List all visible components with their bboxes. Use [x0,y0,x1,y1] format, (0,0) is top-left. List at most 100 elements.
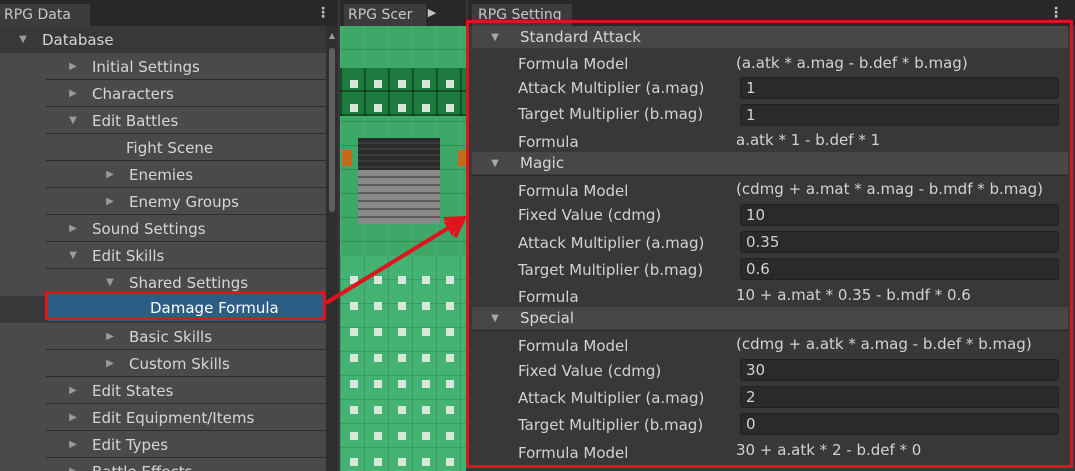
tree-item-label: Enemy Groups [129,192,239,211]
tree-item-label: Enemies [129,165,194,184]
scroll-up-icon[interactable]: ▲ [328,32,336,40]
tree-item-enemy-groups[interactable]: ▶ Enemy Groups [0,188,326,215]
scene-tile-mark [374,458,382,466]
tab-rpg-data[interactable]: RPG Data [0,4,90,26]
expand-arrow-icon[interactable]: ▶ [105,331,115,342]
scene-tile-mark [422,432,430,440]
scene-tile-mark [350,380,358,388]
tree-item-characters[interactable]: ▶ Characters [0,80,326,107]
tree-scrollbar[interactable]: ▲ [326,26,338,471]
row-divider [46,457,326,458]
expand-arrow-icon[interactable]: ▶ [68,439,78,450]
expand-arrow-icon[interactable]: ▼ [18,34,28,45]
tree-item-label: Basic Skills [129,327,213,346]
database-tree: ▼ Database ▶ Initial Settings ▶ Characte… [0,26,326,471]
row-divider [46,241,326,242]
scene-gate [358,138,440,170]
tree-item-label: Fight Scene [126,138,214,157]
tree-item-edit-battles[interactable]: ▼ Edit Battles [0,107,326,134]
tree-item-custom-skills[interactable]: ▶ Custom Skills [0,350,326,377]
rpg-data-panel: RPG Data ⋮ ▼ Database ▶ Initial Settings… [0,0,338,471]
scene-tile-mark [374,380,382,388]
expand-arrow-icon[interactable]: ▼ [68,115,78,126]
scene-tile-mark [350,302,358,310]
tree-item-label: Sound Settings [92,219,206,238]
tab-rpg-scene[interactable]: RPG Scer [344,4,426,26]
scrollbar-thumb[interactable] [329,48,335,212]
scene-tile-mark [350,432,358,440]
scene-tile-mark [350,354,358,362]
scene-tile-mark [398,80,406,88]
tree-item-database[interactable]: ▼ Database [0,26,326,53]
tree-item-edit-skills[interactable]: ▼ Edit Skills [0,242,326,269]
row-divider [46,106,326,107]
tree-item-label: Edit Skills [92,246,165,265]
tree-item-enemies[interactable]: ▶ Enemies [0,161,326,188]
scene-tile-mark [446,302,454,310]
scene-tile-mark [422,354,430,362]
scene-tile-mark [422,458,430,466]
expand-arrow-icon[interactable]: ▶ [105,358,115,369]
scene-tile-mark [422,276,430,284]
middle-tab-bar: RPG Scer ▶ [340,0,466,26]
tree-item-edit-types[interactable]: ▶ Edit Types [0,431,326,458]
scene-tile-mark [398,432,406,440]
row-divider [46,268,326,269]
scene-viewport[interactable] [340,26,466,471]
scene-tile-mark [398,276,406,284]
expand-arrow-icon[interactable]: ▼ [105,277,115,288]
tree-item-initial-settings[interactable]: ▶ Initial Settings [0,53,326,80]
scene-tile-mark [374,354,382,362]
row-divider [46,133,326,134]
expand-arrow-icon[interactable]: ▶ [105,196,115,207]
scene-tile-mark [422,80,430,88]
expand-arrow-icon[interactable]: ▶ [68,223,78,234]
scene-tile-mark [398,354,406,362]
tree-item-basic-skills[interactable]: ▶ Basic Skills [0,323,326,350]
scene-tile-mark [446,406,454,414]
scene-tile-mark [350,104,358,112]
scene-tile-mark [398,302,406,310]
expand-arrow-icon[interactable]: ▶ [68,412,78,423]
right-panel-menu-icon[interactable]: ⋮ [1049,6,1063,20]
tree-item-edit-equipment-items[interactable]: ▶ Edit Equipment/Items [0,404,326,431]
tree-item-label: Battle Effects [92,463,192,471]
scene-tile-mark [422,328,430,336]
scene-tile-mark [446,276,454,284]
tree-item-label: Shared Settings [129,273,249,292]
tree-item-label: Database [42,30,114,49]
left-panel-menu-icon[interactable]: ⋮ [316,6,330,20]
tree-item-sound-settings[interactable]: ▶ Sound Settings [0,215,326,242]
scene-tile-mark [446,104,454,112]
expand-arrow-icon[interactable]: ▶ [68,466,78,471]
scene-tile-mark [446,354,454,362]
scene-tile-mark [374,328,382,336]
tree-item-label: Custom Skills [129,354,230,373]
expand-arrow-icon[interactable]: ▼ [68,250,78,261]
play-icon[interactable]: ▶ [426,6,438,20]
tree-item-label: Edit Types [92,435,169,454]
expand-arrow-icon[interactable]: ▶ [68,61,78,72]
scene-tile-mark [374,406,382,414]
scene-tile-mark [374,104,382,112]
scene-tile-mark [350,406,358,414]
tree-item-fight-scene[interactable]: Fight Scene [0,134,326,161]
row-divider [46,187,326,188]
tree-item-label: Initial Settings [92,57,200,76]
rpg-scene-panel: RPG Scer ▶ [340,0,466,471]
scene-tile-mark [350,328,358,336]
left-tab-bar: RPG Data ⋮ [0,0,338,26]
scene-tile-mark [446,80,454,88]
expand-arrow-icon[interactable]: ▶ [105,169,115,180]
scene-tile-mark [398,104,406,112]
expand-arrow-icon[interactable]: ▶ [68,88,78,99]
scene-tile-mark [422,302,430,310]
tree-item-edit-states[interactable]: ▶ Edit States [0,377,326,404]
expand-arrow-icon[interactable]: ▶ [68,385,78,396]
tree-item-label: Edit Equipment/Items [92,408,255,427]
tree-item-label: Edit Battles [92,111,179,130]
tree-item-battle-effects[interactable]: ▶ Battle Effects [0,458,326,471]
scene-tile-mark [350,80,358,88]
scene-tile-mark [374,80,382,88]
row-divider [46,79,326,80]
